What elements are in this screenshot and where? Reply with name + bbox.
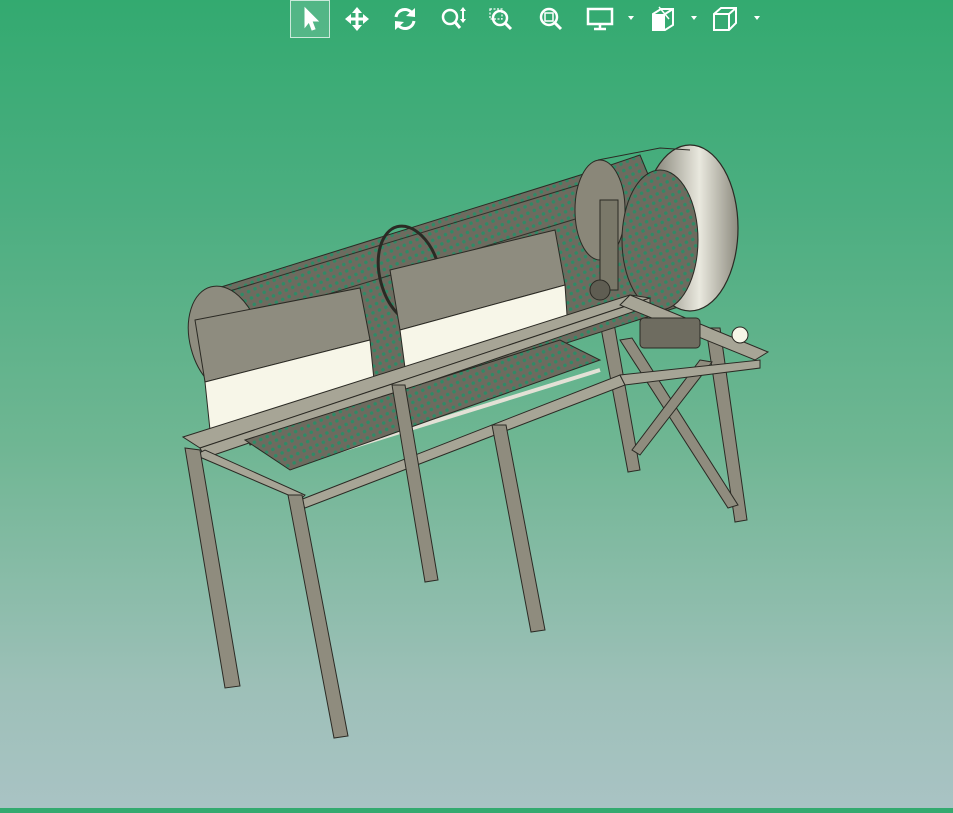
zoom-fit-tool-button[interactable] [534, 0, 568, 38]
3d-model-viewport[interactable] [0, 40, 953, 808]
rotate-icon [394, 8, 416, 30]
zoom-fit-icon [539, 7, 563, 31]
view-toolbar [290, 0, 770, 38]
zoom-window-icon [489, 8, 513, 31]
select-tool-button[interactable] [290, 0, 330, 38]
display-mode-button[interactable] [583, 0, 617, 38]
standard-views-dropdown-caret[interactable] [754, 16, 760, 20]
section-view-dropdown-caret[interactable] [691, 16, 697, 20]
section-view-button[interactable] [646, 0, 680, 38]
pan-move-icon [345, 7, 369, 31]
zoom-up-down-icon [441, 7, 466, 29]
zoom-tool-button[interactable] [436, 0, 470, 38]
display-mode-icon [586, 7, 614, 31]
standard-views-button[interactable] [708, 0, 742, 38]
rotate-tool-button[interactable] [388, 0, 422, 38]
trommel-screen-model [181, 144, 770, 739]
zoom-window-tool-button[interactable] [484, 0, 518, 38]
section-view-icon [652, 6, 674, 31]
display-mode-dropdown-caret[interactable] [628, 16, 634, 20]
select-arrow-icon [304, 6, 320, 31]
standard-view-cube-icon [713, 7, 737, 31]
pan-tool-button[interactable] [340, 0, 374, 38]
